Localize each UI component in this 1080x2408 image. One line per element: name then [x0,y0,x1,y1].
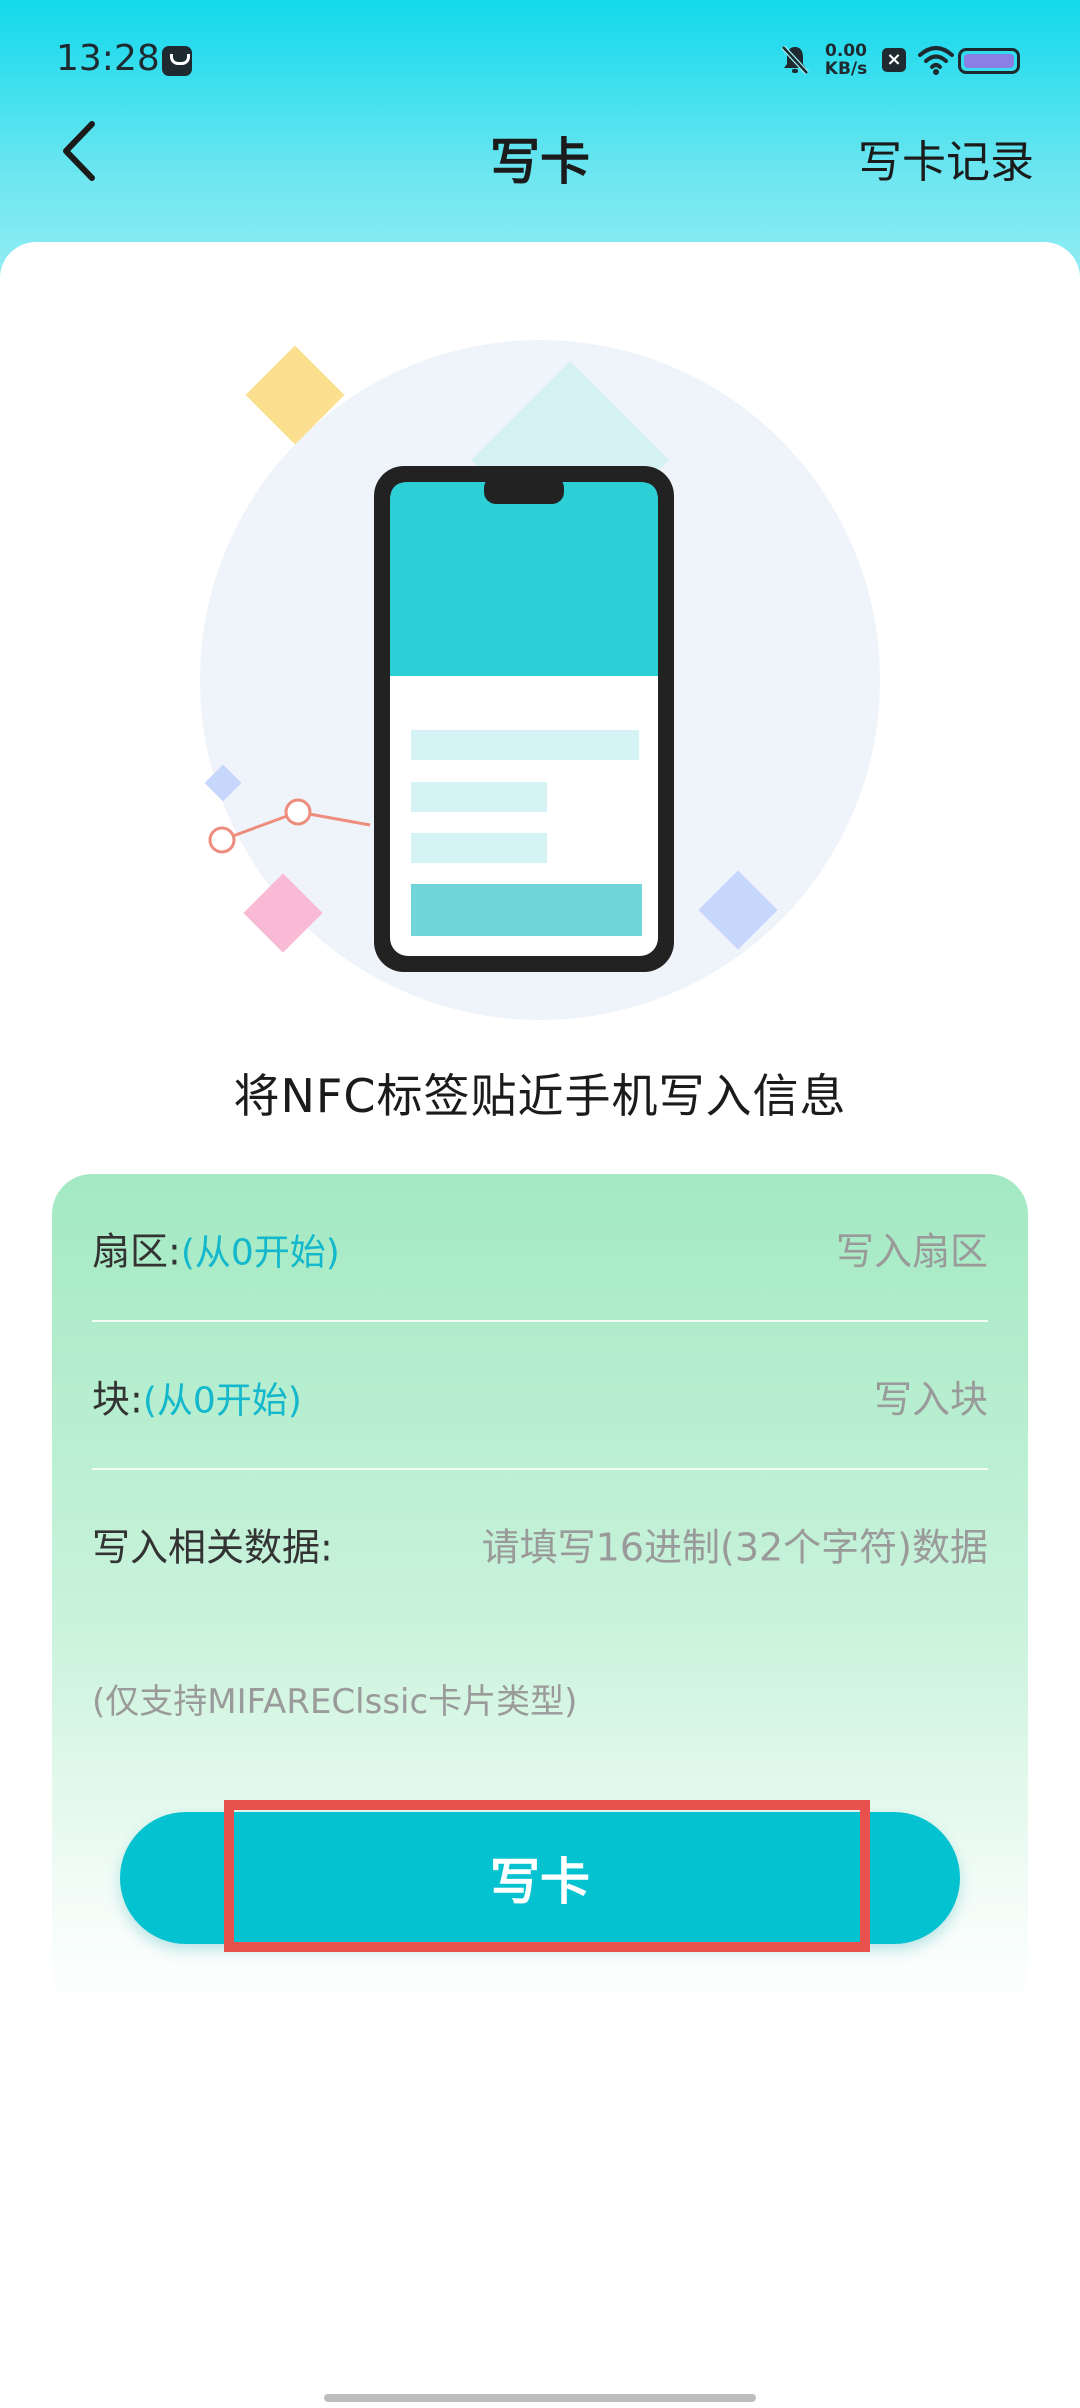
status-time: 13:28 [56,38,160,79]
support-note: (仅支持MIFAREClssic卡片类型) [92,1682,578,1722]
x-icon: × [882,48,906,72]
nfc-phone-illustration [200,340,880,1020]
data-row: 写入相关数据: 请填写16进制(32个字符)数据 [92,1470,988,1618]
data-label: 写入相关数据: [92,1525,333,1570]
block-label-text: 块: [92,1377,143,1422]
sector-label-text: 扇区: [92,1229,181,1274]
battery-icon [958,48,1020,74]
net-speed-unit: KB/s [824,59,868,79]
sector-label: 扇区:(从0开始) [92,1221,340,1276]
highlight-box [224,1800,870,1952]
status-bar: 13:28 0.00 KB/s × [0,0,1080,120]
block-input[interactable]: 写入块 [874,1369,988,1424]
nfc-instruction: 将NFC标签贴近手机写入信息 [233,1069,847,1123]
block-label: 块:(从0开始) [92,1369,302,1424]
navigation-bar: 写卡 写卡记录 [0,110,1080,196]
mute-icon [781,45,809,75]
block-hint: (从0开始) [142,1380,302,1422]
battery-level [964,54,1014,68]
sector-hint: (从0开始) [180,1232,340,1274]
write-history-link[interactable]: 写卡记录 [858,126,1034,190]
block-row: 块:(从0开始) 写入块 [92,1322,988,1470]
sector-input[interactable]: 写入扇区 [836,1221,988,1276]
home-indicator[interactable] [324,2394,756,2402]
data-input[interactable]: 请填写16进制(32个字符)数据 [482,1517,988,1572]
wifi-icon [918,46,954,75]
net-speed-value: 0.00 [825,41,867,61]
sector-row: 扇区:(从0开始) 写入扇区 [92,1174,988,1322]
app-notification-icon [162,46,192,76]
net-speed: 0.00 KB/s [820,42,872,78]
